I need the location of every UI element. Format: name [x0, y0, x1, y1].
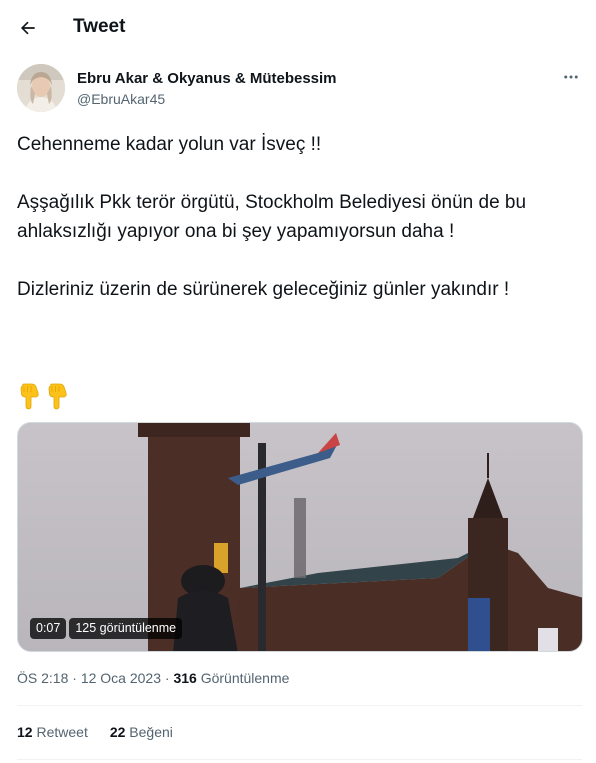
tweet-author: Ebru Akar & Okyanus & Mütebessim @EbruAk…	[17, 64, 582, 116]
video-views: 125 görüntülenme	[69, 618, 183, 639]
avatar[interactable]	[17, 64, 65, 112]
retweets-label: Retweet	[36, 724, 88, 740]
tweet-time[interactable]: ÖS 2:18	[17, 670, 68, 686]
more-horizontal-icon	[564, 75, 578, 79]
video-player[interactable]: 0:07 125 görüntülenme	[17, 422, 583, 652]
likes-stat[interactable]: 22 Beğeni	[110, 724, 173, 740]
author-handle[interactable]: @EbruAkar45	[77, 91, 165, 107]
separator: ·	[164, 670, 170, 686]
more-button[interactable]	[560, 66, 582, 88]
tweet-paragraph: Aşşağılık Pkk terör örgütü, Stockholm Be…	[17, 192, 527, 242]
author-display-name[interactable]: Ebru Akar & Okyanus & Mütebessim	[77, 70, 337, 87]
video-duration: 0:07	[30, 618, 67, 639]
emoji-row	[17, 382, 69, 412]
tweet-paragraph: Dizleriniz üzerin de sürünerek geleceğin…	[17, 279, 510, 300]
video-meta: 0:07 125 görüntülenme	[30, 618, 183, 639]
likes-label: Beğeni	[129, 724, 173, 740]
back-button[interactable]	[14, 14, 42, 42]
page-title: Tweet	[73, 16, 126, 37]
tweet-header: Tweet	[0, 0, 596, 56]
separator: ·	[72, 670, 81, 686]
retweets-stat[interactable]: 12 Retweet	[17, 724, 88, 740]
divider	[17, 705, 582, 706]
tweet-date[interactable]: 12 Oca 2023	[81, 670, 161, 686]
tweet-stats: 12 Retweet 22 Beğeni	[17, 724, 173, 740]
pointing-down-emoji-icon	[48, 383, 67, 410]
divider	[17, 759, 582, 760]
arrow-left-icon	[20, 21, 35, 35]
views-label: Görüntülenme	[200, 670, 290, 686]
tweet-paragraph: Cehenneme kadar yolun var İsveç !!	[17, 134, 322, 155]
tweet-timestamp: ÖS 2:18 · 12 Oca 2023 · 316 Görüntülenme	[17, 670, 289, 686]
likes-count: 22	[109, 724, 126, 740]
pointing-down-emoji-icon	[20, 383, 39, 410]
retweets-count: 12	[17, 724, 33, 740]
views-count: 316	[173, 670, 197, 686]
tweet-text: Cehenneme kadar yolun var İsveç !! Aşşağ…	[17, 130, 577, 304]
